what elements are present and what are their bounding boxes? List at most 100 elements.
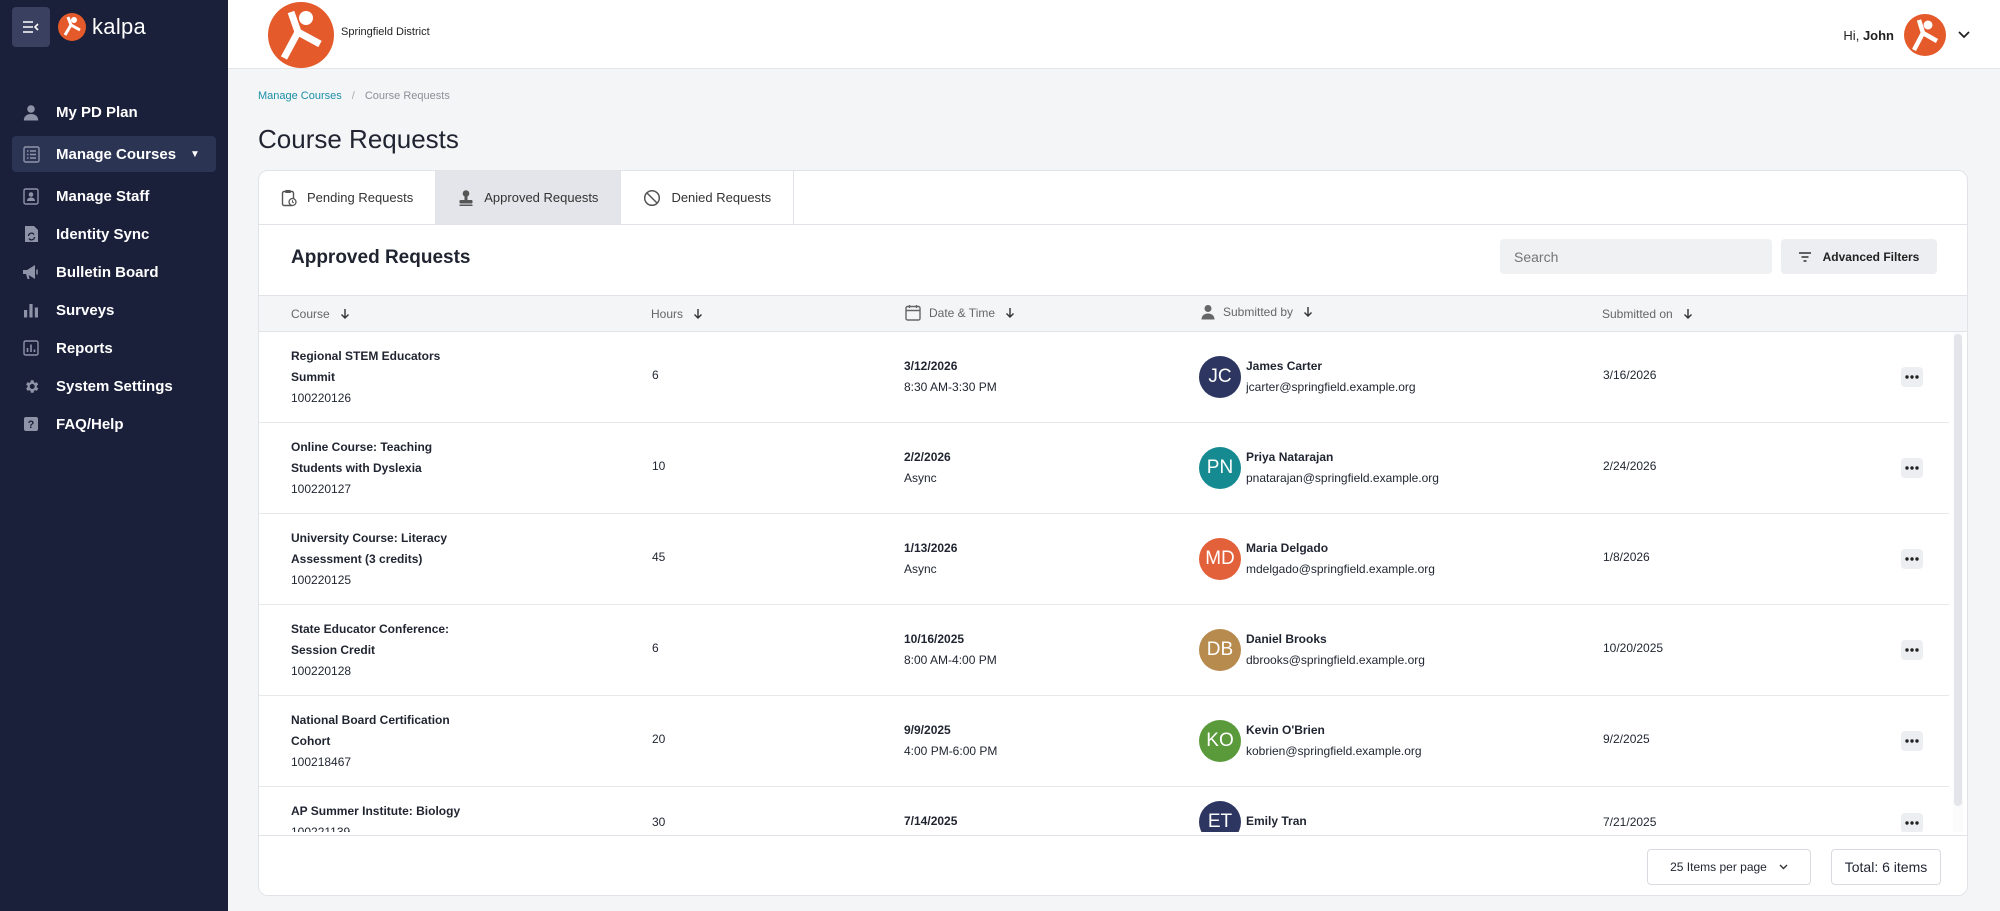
submitter-email: pnatarajan@springfield.example.org [1246,471,1439,485]
submitter-cell: James Carter jcarter@springfield.example.… [1246,356,1439,398]
sidebar-item-label: Manage Staff [56,187,150,205]
staff-icon [22,187,40,205]
course-name-line: Regional STEM Educators [291,349,441,363]
submitter-cell: Maria Delgado mdelgado@springfield.exampl… [1246,538,1439,580]
sidebar-item-bulletin-board[interactable]: Bulletin Board [12,254,216,290]
sidebar-item-surveys[interactable]: Surveys [12,292,216,328]
course-name-line: State Educator Conference: [291,622,450,636]
submitter-name: Kevin O'Brien [1246,723,1325,737]
submitter-email: dbrooks@springfield.example.org [1246,653,1425,667]
more-horizontal-icon [1905,821,1919,825]
kalpa-logo-icon [58,13,86,41]
date: 3/12/2026 [904,359,958,373]
submitted-on: 7/21/2025 [1603,815,1657,829]
table-row[interactable]: Regional STEM Educators Summit 100220126 6 3… [259,332,1949,423]
table-row[interactable]: University Course: Literacy Assessment (3… [259,514,1949,605]
column-header-submitted-by[interactable]: Submitted by [1201,304,1313,320]
sidebar-item-manage-staff[interactable]: Manage Staff [12,178,216,214]
column-label: Submitted on [1602,307,1673,321]
hours: 20 [652,732,666,746]
scrollbar-track[interactable] [1953,332,1963,832]
advanced-filters-button[interactable]: Advanced Filters [1781,239,1937,274]
avatar: DB [1199,629,1241,671]
course-cell: National Board Certification Cohort 100218… [291,710,461,773]
blocked-icon [644,189,661,206]
avatar: ET [1199,801,1241,832]
row-actions-button[interactable] [1901,731,1923,751]
total-items: Total: 6 items [1831,849,1941,885]
section-title: Approved Requests [291,247,471,268]
sort-arrow-down-icon [1304,307,1313,317]
search-input[interactable] [1500,239,1772,274]
hours: 6 [652,641,659,655]
advanced-filters-label: Advanced Filters [1822,249,1920,264]
avatar: PN [1199,447,1241,489]
sidebar-item-identity-sync[interactable]: Identity Sync [12,216,216,252]
table-footer: 25 Items per page Total: 6 items [259,835,1967,895]
date: 9/9/2025 [904,723,951,737]
date-time-cell: 1/13/2026 Async [904,538,957,580]
sidebar-item-manage-courses[interactable]: Manage Courses ▼ [12,136,216,172]
column-header-hours[interactable]: Hours [651,307,703,321]
user-menu[interactable]: Hi, John [1843,14,1970,56]
sidebar-item-system-settings[interactable]: System Settings [12,368,216,404]
items-per-page-value: 25 Items per page [1670,860,1767,874]
hours: 10 [652,459,666,473]
user-avatar[interactable] [1904,14,1946,56]
date: 7/14/2025 [904,814,958,828]
gear-icon [22,377,40,395]
course-name-line: Summit [291,370,336,384]
table-row[interactable]: Online Course: Teaching Students with Dys… [259,423,1949,514]
row-actions-button[interactable] [1901,549,1923,569]
collapse-sidebar-button[interactable] [12,7,50,47]
row-actions-button[interactable] [1901,367,1923,387]
scrollbar-thumb[interactable] [1954,334,1962,806]
avatar: KO [1199,720,1241,762]
column-header-date-time[interactable]: Date & Time [905,304,1015,321]
submitter-cell: Priya Natarajan pnatarajan@springfield.ex… [1246,447,1439,489]
date: 2/2/2026 [904,450,951,464]
sidebar-nav: My PD Plan Manage Courses ▼ Manage Staff Ide… [0,94,228,442]
sidebar-item-reports[interactable]: Reports [12,330,216,366]
district-logo[interactable] [268,2,334,68]
sidebar-item-label: Bulletin Board [56,263,159,281]
row-actions-button[interactable] [1901,640,1923,660]
tab-denied-requests[interactable]: Denied Requests [621,171,795,224]
submitter-name: Emily Tran [1246,814,1307,828]
table-row[interactable]: State Educator Conference: Session Credit… [259,605,1949,696]
breadcrumb-manage-courses[interactable]: Manage Courses [258,90,342,102]
chevron-down-icon [1779,864,1788,870]
tab-approved-requests[interactable]: Approved Requests [436,171,622,224]
sidebar-item-label: My PD Plan [56,103,138,121]
sidebar-item-faq-help[interactable]: ? FAQ/Help [12,406,216,442]
clipboard-clock-icon [281,189,297,206]
table-body: AP Summer Institute: Biology 100221139 30 7… [259,332,1967,832]
svg-text:?: ? [28,419,35,431]
sidebar-item-label: Reports [56,339,113,357]
megaphone-icon [22,263,40,281]
row-actions-button[interactable] [1901,458,1923,478]
table-row[interactable]: National Board Certification Cohort 100218… [259,696,1949,787]
course-cell: State Educator Conference: Session Credit… [291,619,461,682]
course-cell: University Course: Literacy Assessment (3… [291,528,461,591]
sort-arrow-down-icon [694,309,703,319]
course-name-line: AP Summer Institute: Biology [291,804,461,818]
tab-pending-requests[interactable]: Pending Requests [259,171,437,224]
submitter-name: Priya Natarajan [1246,450,1334,464]
sort-arrow-down-icon [1683,309,1692,319]
course-name-line: Assessment (3 credits) [291,552,423,566]
column-header-course[interactable]: Course [291,307,350,321]
sidebar-item-my-pd-plan[interactable]: My PD Plan [12,94,216,130]
table-row[interactable]: AP Summer Institute: Biology 100221139 30 7… [259,787,1949,832]
brand-logo[interactable]: kalpa [58,13,146,41]
items-per-page-select[interactable]: 25 Items per page [1647,849,1811,885]
chevron-down-icon[interactable] [1958,31,1970,39]
bar-chart-icon [22,301,40,319]
avatar: JC [1199,356,1241,398]
row-actions-button[interactable] [1901,813,1923,832]
column-header-submitted-on[interactable]: Submitted on [1602,307,1693,321]
time: Async [904,471,937,485]
caret-down-icon: ▼ [190,148,200,160]
submitter-email: kobrien@springfield.example.org [1246,744,1422,758]
column-label: Date & Time [929,305,996,320]
